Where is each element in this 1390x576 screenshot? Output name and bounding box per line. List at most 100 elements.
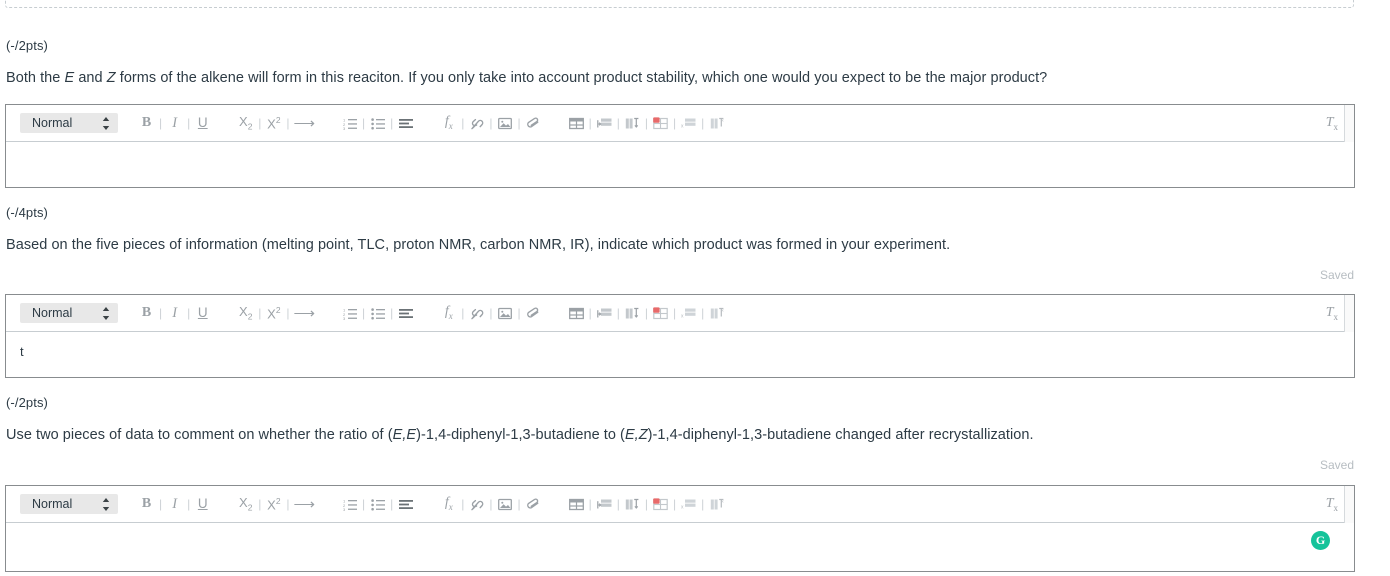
svg-text:x: x — [721, 498, 723, 503]
image-icon[interactable] — [497, 493, 514, 515]
separator: | — [258, 306, 262, 320]
rich-content-editor-3[interactable]: Normal B | I | U X2 | X2 | ⟶ 123 | | fx … — [5, 485, 1355, 572]
table-row-icon[interactable] — [596, 493, 613, 515]
attachment-icon[interactable] — [525, 493, 542, 515]
table-group-2: | | | | x | x — [568, 302, 726, 324]
superscript-button[interactable]: X2 — [265, 493, 282, 515]
bulleted-list-icon[interactable] — [369, 493, 386, 515]
question-block-3: (-/2pts) — [0, 395, 1390, 411]
toolbar-scrollbar[interactable] — [1344, 105, 1354, 142]
table-row-icon[interactable] — [596, 112, 613, 134]
bold-button[interactable]: B — [138, 112, 155, 134]
align-icon[interactable] — [397, 302, 414, 324]
clear-formatting-icon[interactable]: Tx — [1326, 305, 1338, 322]
arrow-icon[interactable]: ⟶ — [294, 112, 316, 134]
separator: | — [258, 497, 262, 511]
numbered-list-icon[interactable]: 123 — [341, 302, 358, 324]
equation-icon[interactable]: fx — [440, 302, 457, 324]
table-column-icon[interactable] — [624, 493, 641, 515]
underline-button[interactable]: U — [194, 493, 211, 515]
grammarly-icon[interactable]: G — [1311, 531, 1330, 550]
toolbar-scrollbar[interactable] — [1344, 295, 1354, 332]
q1-part-4: forms of the alkene will form in this re… — [115, 70, 1048, 86]
separator: | — [644, 116, 649, 130]
paragraph-style-select-2[interactable]: Normal — [20, 303, 118, 323]
separator: | — [701, 116, 705, 130]
link-icon[interactable] — [468, 112, 485, 134]
table-row-icon[interactable] — [596, 302, 613, 324]
editor-toolbar-3: Normal B | I | U X2 | X2 | ⟶ 123 | | fx … — [6, 486, 1354, 523]
align-icon[interactable] — [397, 493, 414, 515]
bulleted-list-icon[interactable] — [369, 302, 386, 324]
subscript-button[interactable]: X2 — [237, 302, 254, 324]
italic-button[interactable]: I — [166, 493, 183, 515]
attachment-icon[interactable] — [525, 112, 542, 134]
table-group-1: | | | | x | x — [568, 112, 726, 134]
table-column-icon[interactable] — [624, 302, 641, 324]
editor-toolbar-1: Normal B | I | U X2 | X2 | ⟶ 123 | | fx … — [6, 105, 1354, 142]
script-group-1: X2 | X2 | ⟶ — [237, 112, 315, 134]
table-delete-column-icon[interactable]: x — [708, 112, 725, 134]
bold-button[interactable]: B — [138, 493, 155, 515]
separator: | — [588, 306, 592, 320]
table-column-icon[interactable] — [624, 112, 641, 134]
chevron-updown-icon — [102, 116, 110, 130]
table-delete-row-icon[interactable]: x — [680, 302, 697, 324]
underline-button[interactable]: U — [194, 302, 211, 324]
attachment-icon[interactable] — [525, 302, 542, 324]
table-icon[interactable] — [568, 112, 585, 134]
text-format-group-2: B | I | U — [138, 302, 211, 324]
table-delete-row-icon[interactable]: x — [680, 493, 697, 515]
equation-icon[interactable]: fx — [440, 493, 457, 515]
separator: | — [258, 116, 262, 130]
bulleted-list-icon[interactable] — [369, 112, 386, 134]
arrow-icon[interactable]: ⟶ — [294, 302, 316, 324]
separator: | — [159, 306, 163, 320]
separator: | — [286, 497, 290, 511]
clear-formatting-icon[interactable]: Tx — [1326, 496, 1338, 513]
rich-content-editor-1[interactable]: Normal B | I | U X2 | X2 | ⟶ 123 | | fx … — [5, 104, 1355, 188]
align-icon[interactable] — [397, 112, 414, 134]
arrow-icon[interactable]: ⟶ — [294, 493, 316, 515]
table-delete-column-icon[interactable]: x — [708, 493, 725, 515]
question-prompt-3: Use two pieces of data to comment on whe… — [0, 425, 1390, 445]
table-icon[interactable] — [568, 302, 585, 324]
separator: | — [286, 116, 290, 130]
answer-input-2[interactable]: t — [6, 332, 1354, 377]
rich-content-editor-2[interactable]: Normal B | I | U X2 | X2 | ⟶ 123 | | fx … — [5, 294, 1355, 378]
paragraph-style-select-3[interactable]: Normal — [20, 494, 118, 514]
separator: | — [616, 116, 620, 130]
saved-status-3: Saved — [1319, 458, 1354, 472]
italic-button[interactable]: I — [166, 112, 183, 134]
italic-button[interactable]: I — [166, 302, 183, 324]
paragraph-style-select-1[interactable]: Normal — [20, 113, 118, 133]
answer-input-3[interactable]: G — [6, 523, 1354, 571]
separator: | — [673, 116, 677, 130]
table-delete-column-icon[interactable]: x — [708, 302, 725, 324]
answer-input-1[interactable] — [6, 142, 1354, 187]
table-cell-icon[interactable] — [652, 112, 669, 134]
equation-icon[interactable]: fx — [440, 112, 457, 134]
subscript-button[interactable]: X2 — [237, 112, 254, 134]
toolbar-scrollbar[interactable] — [1344, 486, 1354, 523]
link-icon[interactable] — [468, 493, 485, 515]
table-cell-icon[interactable] — [652, 302, 669, 324]
table-icon[interactable] — [568, 493, 585, 515]
superscript-button[interactable]: X2 — [265, 112, 282, 134]
underline-button[interactable]: U — [194, 112, 211, 134]
clear-formatting-icon[interactable]: Tx — [1326, 115, 1338, 132]
image-icon[interactable] — [497, 112, 514, 134]
separator: | — [588, 497, 592, 511]
q3-part-1: E,E — [392, 427, 417, 443]
table-delete-row-icon[interactable]: x — [680, 112, 697, 134]
image-icon[interactable] — [497, 302, 514, 324]
superscript-button[interactable]: X2 — [265, 302, 282, 324]
bold-button[interactable]: B — [138, 302, 155, 324]
numbered-list-icon[interactable]: 123 — [341, 112, 358, 134]
insert-group-3: fx | | | — [440, 493, 541, 515]
table-cell-icon[interactable] — [652, 493, 669, 515]
link-icon[interactable] — [468, 302, 485, 324]
subscript-button[interactable]: X2 — [237, 493, 254, 515]
paragraph-style-value-2: Normal — [32, 306, 73, 320]
numbered-list-icon[interactable]: 123 — [341, 493, 358, 515]
